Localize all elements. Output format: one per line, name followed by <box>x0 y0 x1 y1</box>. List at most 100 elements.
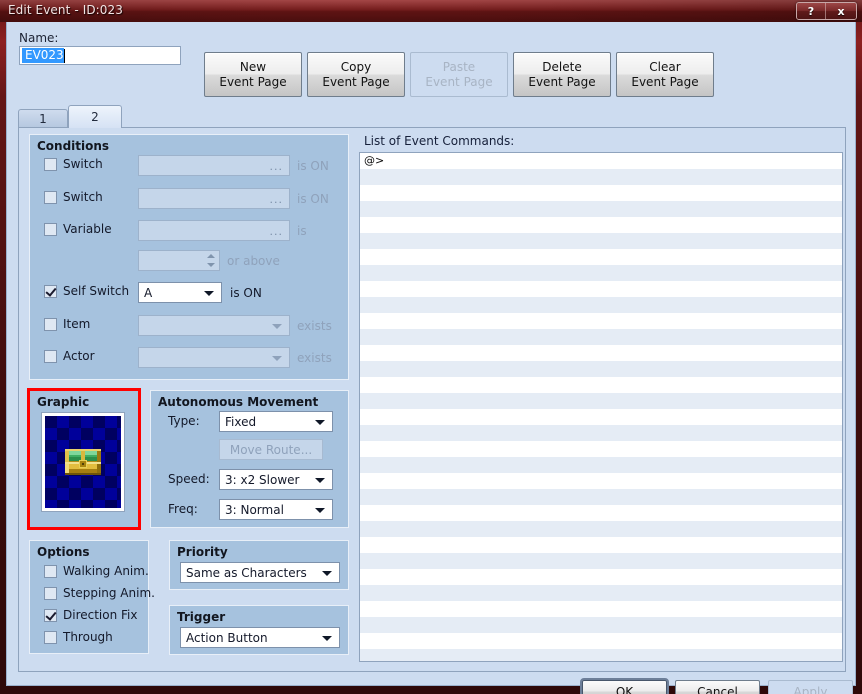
event-command-row[interactable] <box>360 201 842 217</box>
movement-type-combo[interactable]: Fixed <box>219 411 333 432</box>
copy-event-page-line2: Event Page <box>322 74 390 89</box>
option-stepping-anim-label: Stepping Anim. <box>63 586 155 600</box>
tab-page-1[interactable]: 1 <box>18 109 68 127</box>
chevron-down-icon <box>272 356 282 361</box>
event-command-row[interactable]: @> <box>360 153 842 169</box>
option-stepping-anim-checkbox[interactable] <box>44 587 57 600</box>
graphic-group[interactable]: Graphic <box>27 388 141 530</box>
condition-variable-value-spinner[interactable] <box>138 250 220 271</box>
event-command-row[interactable] <box>360 441 842 457</box>
condition-item-checkbox[interactable] <box>44 318 57 331</box>
event-commands-label: List of Event Commands: <box>364 134 515 148</box>
movement-speed-value: 3: x2 Slower <box>225 472 300 487</box>
event-command-row[interactable] <box>360 505 842 521</box>
new-event-page-line1: New <box>239 59 267 74</box>
condition-switch1-checkbox[interactable] <box>44 158 57 171</box>
event-command-row[interactable] <box>360 473 842 489</box>
tab-page-2[interactable]: 2 <box>68 105 122 128</box>
delete-event-page-line2: Event Page <box>528 74 596 89</box>
event-command-row[interactable] <box>360 281 842 297</box>
event-name-value: EV023 <box>22 48 64 63</box>
event-command-row[interactable] <box>360 537 842 553</box>
chevron-down-icon[interactable] <box>315 478 325 483</box>
event-command-row[interactable] <box>360 633 842 649</box>
event-command-row[interactable] <box>360 457 842 473</box>
condition-switch1-suffix: is ON <box>297 159 329 173</box>
window-controls: ? x <box>796 2 857 20</box>
event-command-row[interactable] <box>360 425 842 441</box>
copy-event-page-button[interactable]: Copy Event Page <box>307 52 405 97</box>
event-command-row[interactable] <box>360 265 842 281</box>
option-through-checkbox[interactable] <box>44 631 57 644</box>
condition-switch2-browse-icon[interactable]: ... <box>270 193 284 206</box>
spinner-up-icon[interactable] <box>206 254 215 259</box>
ok-button[interactable]: OK <box>580 678 669 694</box>
event-command-row[interactable] <box>360 569 842 585</box>
event-command-row[interactable] <box>360 617 842 633</box>
event-command-row[interactable] <box>360 169 842 185</box>
event-command-row[interactable] <box>360 345 842 361</box>
event-command-row[interactable] <box>360 409 842 425</box>
movement-speed-label: Speed: <box>168 472 210 486</box>
chevron-down-icon[interactable] <box>315 508 325 513</box>
condition-switch1-field[interactable]: ... <box>138 155 290 176</box>
cancel-button[interactable]: Cancel <box>675 680 760 694</box>
movement-type-label: Type: <box>168 414 200 428</box>
event-command-row[interactable] <box>360 217 842 233</box>
event-command-row[interactable] <box>360 489 842 505</box>
paste-event-page-button: Paste Event Page <box>410 52 508 97</box>
event-command-row[interactable] <box>360 297 842 313</box>
option-walking-anim-checkbox[interactable] <box>44 565 57 578</box>
condition-variable-field[interactable]: ... <box>138 220 290 241</box>
event-command-row[interactable] <box>360 377 842 393</box>
option-direction-fix-checkbox[interactable] <box>44 609 57 622</box>
delete-event-page-button[interactable]: Delete Event Page <box>513 52 611 97</box>
delete-event-page-line1: Delete <box>542 59 582 74</box>
event-command-row[interactable] <box>360 393 842 409</box>
event-command-row[interactable] <box>360 585 842 601</box>
event-command-row[interactable] <box>360 361 842 377</box>
graphic-title: Graphic <box>37 395 90 409</box>
event-command-row[interactable] <box>360 249 842 265</box>
event-command-row[interactable] <box>360 601 842 617</box>
condition-variable-label: Variable <box>63 222 112 236</box>
chevron-down-icon[interactable] <box>315 420 325 425</box>
event-command-row[interactable] <box>360 233 842 249</box>
condition-switch2-checkbox[interactable] <box>44 191 57 204</box>
condition-switch2-field[interactable]: ... <box>138 188 290 209</box>
condition-self-switch-combo[interactable]: A <box>138 282 222 303</box>
help-icon[interactable]: ? <box>797 3 826 19</box>
condition-variable-checkbox[interactable] <box>44 223 57 236</box>
new-event-page-button[interactable]: New Event Page <box>204 52 302 97</box>
event-name-input[interactable]: EV023 <box>19 46 181 65</box>
paste-event-page-line1: Paste <box>442 59 476 74</box>
clear-event-page-line2: Event Page <box>631 74 699 89</box>
event-command-row[interactable] <box>360 553 842 569</box>
paste-event-page-line2: Event Page <box>425 74 493 89</box>
event-commands-list[interactable]: @> <box>359 152 843 662</box>
condition-self-switch-checkbox[interactable] <box>44 285 57 298</box>
chevron-down-icon[interactable] <box>204 291 214 296</box>
options-title: Options <box>37 545 90 559</box>
priority-combo[interactable]: Same as Characters <box>180 562 340 583</box>
graphic-preview[interactable] <box>41 412 125 512</box>
condition-switch2-suffix: is ON <box>297 192 329 206</box>
condition-variable-browse-icon[interactable]: ... <box>270 225 284 238</box>
chevron-down-icon[interactable] <box>322 571 332 576</box>
event-command-row[interactable] <box>360 329 842 345</box>
clear-event-page-button[interactable]: Clear Event Page <box>616 52 714 97</box>
condition-switch1-browse-icon[interactable]: ... <box>270 160 284 173</box>
close-icon[interactable]: x <box>826 3 856 19</box>
chevron-down-icon[interactable] <box>322 636 332 641</box>
event-command-row[interactable] <box>360 649 842 661</box>
trigger-combo[interactable]: Action Button <box>180 627 340 648</box>
event-command-row[interactable] <box>360 521 842 537</box>
movement-freq-combo[interactable]: 3: Normal <box>219 499 333 520</box>
spinner-arrows[interactable] <box>205 252 216 269</box>
spinner-down-icon[interactable] <box>206 262 215 267</box>
condition-actor-checkbox[interactable] <box>44 350 57 363</box>
chevron-down-icon <box>272 324 282 329</box>
movement-speed-combo[interactable]: 3: x2 Slower <box>219 469 333 490</box>
event-command-row[interactable] <box>360 313 842 329</box>
event-command-row[interactable] <box>360 185 842 201</box>
